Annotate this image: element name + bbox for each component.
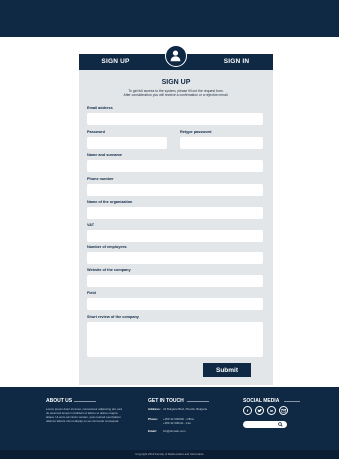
about-text: Lorem ipsum dolor sit amet, consectetur …: [46, 407, 122, 423]
email-value[interactable]: fmi@domain.com: [163, 429, 223, 434]
copyright-bar: Copyright 2019 Faculty of Mathematics an…: [0, 450, 339, 459]
linkedin-icon[interactable]: in: [267, 406, 276, 415]
twitter-icon[interactable]: [255, 406, 264, 415]
review-label: Short review of the company: [87, 315, 139, 319]
footer-search-input[interactable]: [243, 421, 287, 428]
social-heading-divider: [284, 400, 300, 402]
employees-field[interactable]: [87, 252, 263, 264]
organization-field[interactable]: [87, 207, 263, 219]
password-field[interactable]: [87, 137, 167, 149]
website-field[interactable]: [87, 275, 263, 287]
contact-heading: GET IN TOUCH: [148, 398, 184, 404]
retype-password-label: Retype password: [180, 130, 212, 134]
vat-field[interactable]: [87, 230, 263, 242]
search-icon[interactable]: [278, 422, 283, 427]
facebook-icon[interactable]: f: [243, 406, 252, 415]
tab-sign-in[interactable]: SIGN IN: [176, 54, 273, 70]
phone-key: Phone:: [148, 417, 158, 421]
form-description: To get full access to the system, please…: [85, 89, 267, 98]
address-key: Address:: [148, 407, 161, 411]
review-textarea[interactable]: [87, 322, 263, 357]
retype-password-field[interactable]: [180, 137, 263, 149]
email-field[interactable]: [87, 113, 263, 125]
organization-label: Name of the organization: [87, 200, 133, 204]
social-heading: SOCIAL MEDIA: [243, 398, 280, 404]
signup-form-card: SIGN UP SIGN IN SIGN UP To get full acce…: [79, 45, 273, 385]
vat-label: VAT: [87, 223, 95, 227]
website-label: Website of the company: [87, 268, 131, 272]
name-field[interactable]: [87, 160, 263, 172]
phone-value-fax: +359 32 000111 - Fax: [163, 421, 191, 425]
email-icon[interactable]: [279, 406, 288, 415]
phone-label: Phone number: [87, 177, 114, 181]
tab-sign-up[interactable]: SIGN UP: [79, 54, 176, 70]
phone-field[interactable]: [87, 184, 263, 196]
employees-label: Number of employees: [87, 245, 127, 249]
password-label: Password: [87, 130, 105, 134]
top-header-bar: [0, 0, 339, 37]
footer: ABOUT US Lorem ipsum dolor sit amet, con…: [0, 387, 339, 450]
form-title: SIGN UP: [161, 79, 191, 86]
contact-heading-divider: [187, 400, 209, 402]
email-label: Email address: [87, 106, 113, 110]
name-label: Name and surname: [87, 153, 123, 157]
address-value: 24 Bulgaria Blvd, Plovdiv, Bulgaria: [163, 407, 207, 411]
submit-button[interactable]: Submit: [203, 363, 251, 377]
industry-field[interactable]: [87, 298, 263, 310]
about-heading: ABOUT US: [46, 398, 73, 404]
user-avatar-icon: [165, 45, 187, 67]
form-description-line: After consideration you will receive a c…: [123, 93, 229, 98]
about-heading-divider: [74, 400, 96, 402]
field-label: Field: [87, 291, 96, 295]
email-key: Email:: [148, 429, 157, 433]
